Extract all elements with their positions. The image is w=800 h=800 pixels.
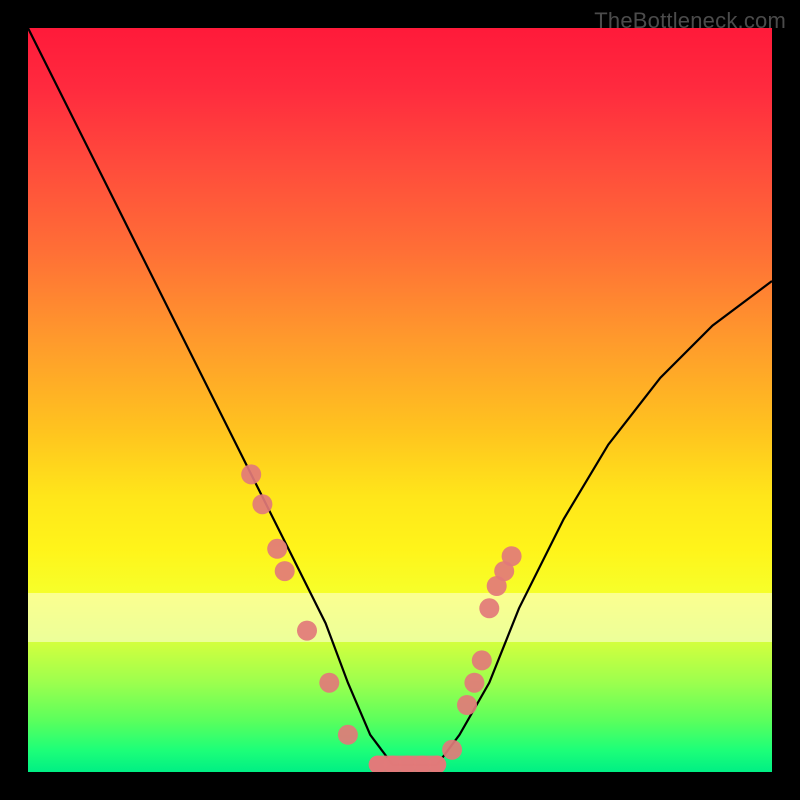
marker-point	[442, 740, 462, 760]
marker-point	[319, 673, 339, 693]
marker-group	[241, 464, 521, 772]
marker-point	[369, 756, 387, 772]
chart-frame: TheBottleneck.com	[0, 0, 800, 800]
marker-point	[428, 756, 446, 772]
marker-point	[267, 539, 287, 559]
bottleneck-curve	[28, 28, 772, 765]
marker-point	[413, 756, 431, 772]
plot-area	[28, 28, 772, 772]
marker-point	[457, 695, 477, 715]
marker-point	[241, 464, 261, 484]
highlight-band	[28, 593, 772, 641]
marker-point	[398, 756, 416, 772]
marker-point	[338, 725, 358, 745]
marker-point	[464, 673, 484, 693]
marker-point	[275, 561, 295, 581]
marker-point	[502, 546, 522, 566]
marker-point	[472, 650, 492, 670]
marker-bottom-pill	[369, 756, 447, 772]
marker-point	[487, 576, 507, 596]
marker-point	[384, 756, 402, 772]
marker-point	[479, 598, 499, 618]
marker-point	[494, 561, 514, 581]
curve-svg	[28, 28, 772, 772]
marker-point	[297, 621, 317, 641]
marker-point	[252, 494, 272, 514]
